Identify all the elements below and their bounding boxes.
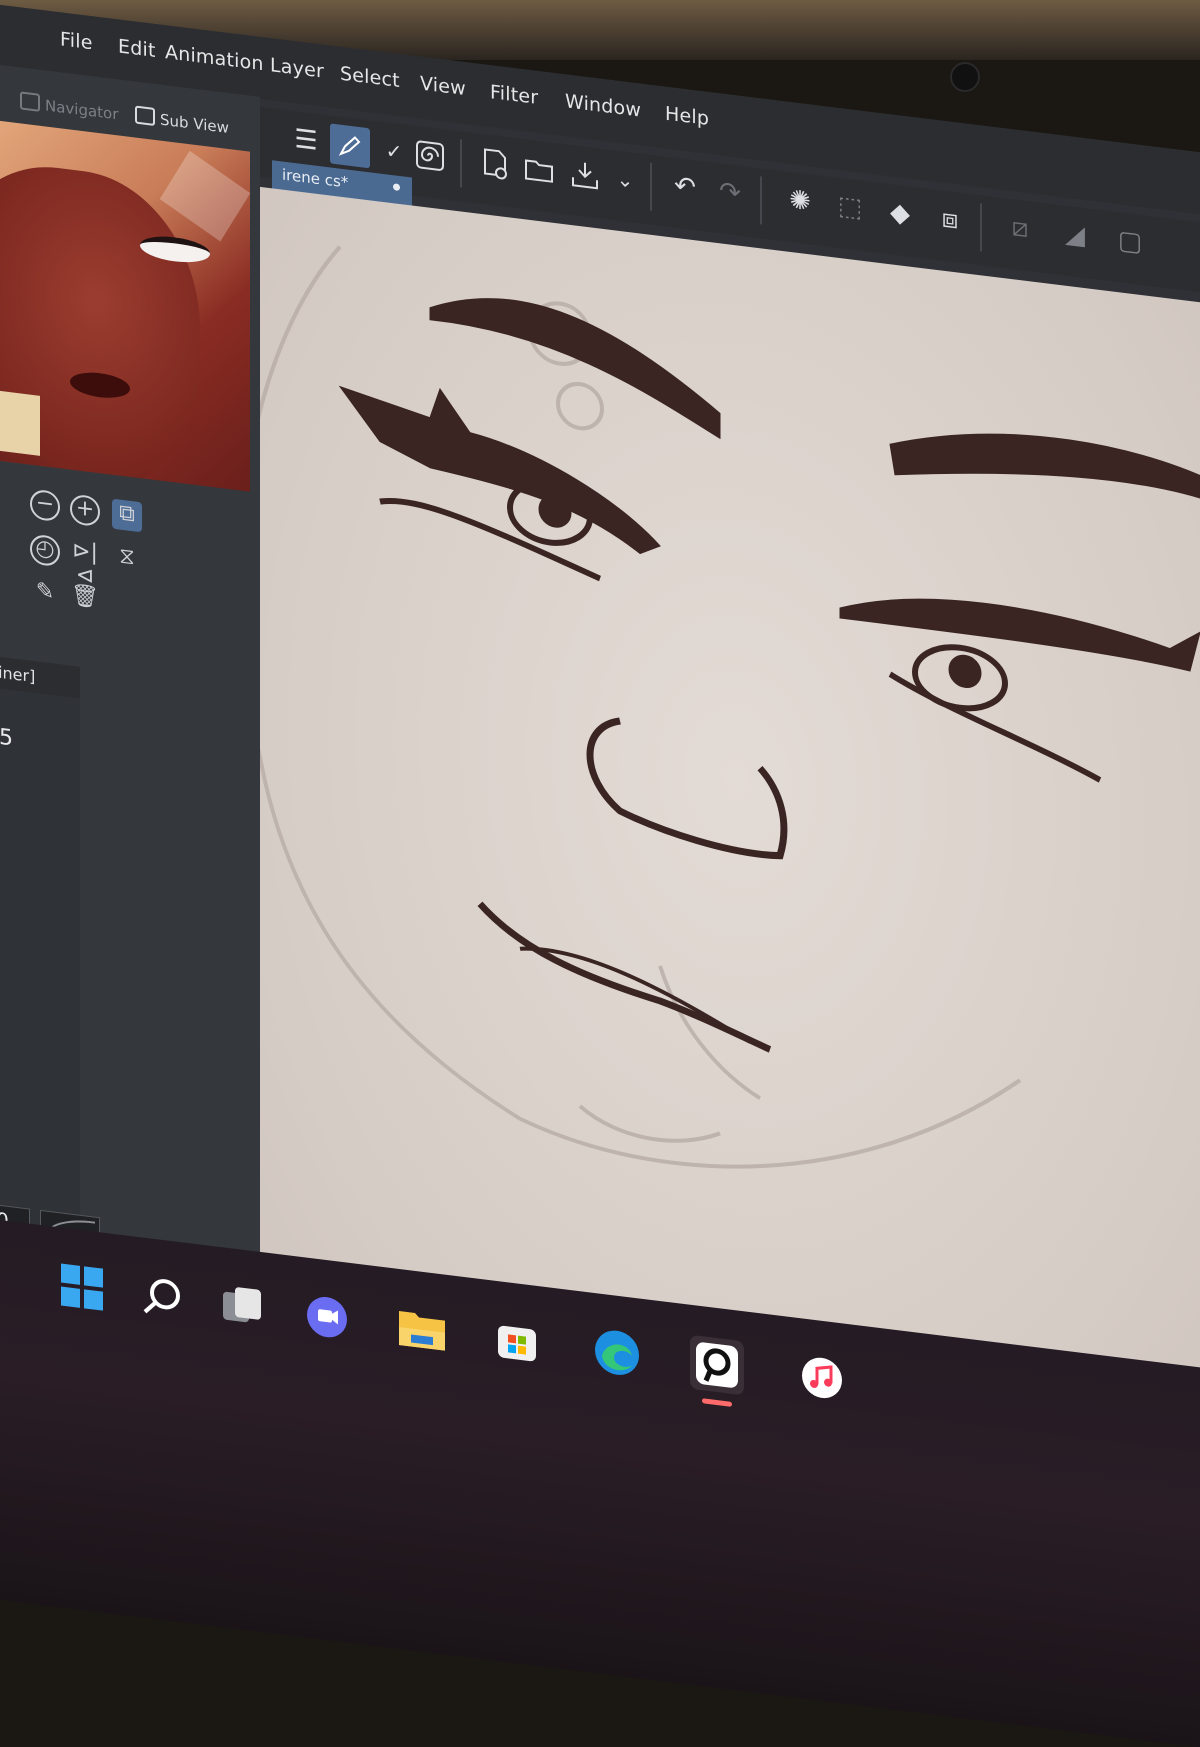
loading-icon[interactable]: ✺ — [780, 179, 820, 224]
chevron-down-icon[interactable]: ✓ — [374, 129, 414, 174]
sub-view-icon — [135, 105, 155, 126]
preview-paper — [0, 390, 40, 456]
trash-icon[interactable]: 🗑 — [70, 583, 100, 618]
search-icon[interactable] — [135, 1267, 189, 1328]
rotate-icon[interactable]: ◴ — [30, 533, 60, 568]
open-folder-icon[interactable] — [520, 147, 560, 192]
teams-icon[interactable] — [300, 1287, 354, 1348]
save-icon[interactable] — [565, 152, 605, 197]
start-icon[interactable] — [55, 1257, 109, 1318]
selection-border-icon[interactable]: ▢ — [1110, 219, 1150, 264]
spiral-brush-icon[interactable] — [410, 133, 450, 178]
left-panel: Navigator Sub View − + ⧉ ◴ ⊳|⊲ ⧖ ✎ 🗑 NO … — [0, 60, 260, 1417]
tab-navigator[interactable]: Navigator — [45, 96, 118, 123]
task-view-icon[interactable] — [215, 1276, 269, 1337]
navigator-controls: − + ⧉ ◴ ⊳|⊲ ⧖ ✎ 🗑 — [0, 485, 260, 667]
clear-selection-icon[interactable]: ⧄ — [1000, 206, 1040, 251]
fit-view-icon[interactable]: ⧉ — [112, 498, 142, 533]
hamburger-icon[interactable]: ☰ — [286, 118, 326, 163]
menu-view[interactable]: View — [420, 72, 466, 100]
redo-icon[interactable]: ↷ — [710, 170, 750, 215]
menu-animation[interactable]: Animation — [165, 41, 264, 75]
select-icon[interactable]: ⬚ — [830, 185, 870, 230]
edge-icon[interactable] — [590, 1322, 644, 1383]
menu-layer[interactable]: Layer — [270, 54, 324, 83]
document-tab-label: irene cs* — [282, 165, 349, 192]
toolbar-divider — [650, 162, 652, 211]
menu-window[interactable]: Window — [565, 90, 641, 121]
ink-layer — [338, 298, 1200, 1053]
clip-studio-icon[interactable] — [690, 1334, 744, 1396]
transform-icon[interactable]: ⧈ — [930, 197, 970, 242]
edit-icon[interactable]: ✎ — [30, 578, 60, 613]
brush-size-value[interactable]: 2.5 — [0, 722, 13, 751]
menu-edit[interactable]: Edit — [118, 35, 156, 62]
pen-tool-icon[interactable] — [330, 123, 370, 169]
navigator-icon — [20, 91, 40, 112]
toolbar-divider — [460, 139, 462, 188]
tab-sub-view[interactable]: Sub View — [160, 111, 229, 137]
toolbar-divider — [980, 203, 982, 252]
zoom-in-icon[interactable]: + — [70, 493, 100, 528]
music-icon[interactable] — [795, 1348, 849, 1409]
chevron-down-icon[interactable]: ⌄ — [605, 157, 645, 202]
fill-bucket-icon[interactable]: ◆ — [880, 191, 920, 236]
flip-vertical-icon[interactable]: ⧖ — [112, 544, 142, 578]
store-icon[interactable] — [490, 1310, 544, 1371]
menu-filter[interactable]: Filter — [490, 81, 538, 109]
menu-file[interactable]: File — [60, 28, 93, 54]
undo-icon[interactable]: ↶ — [665, 165, 705, 210]
toolbar-divider — [760, 176, 762, 225]
gradient-icon[interactable]: ◢ — [1055, 212, 1095, 257]
camera-icon — [950, 62, 980, 92]
menu-select[interactable]: Select — [340, 63, 400, 92]
preview-highlight — [159, 150, 250, 242]
active-app-indicator — [702, 1398, 732, 1407]
menu-help[interactable]: Help — [665, 103, 709, 130]
zoom-out-icon[interactable]: − — [30, 488, 60, 523]
new-file-icon[interactable] — [475, 141, 515, 186]
close-icon[interactable] — [393, 183, 400, 192]
navigator-preview[interactable] — [0, 120, 250, 492]
file-explorer-icon[interactable] — [395, 1298, 449, 1359]
flip-horizontal-icon[interactable]: ⊳|⊲ — [70, 538, 100, 590]
